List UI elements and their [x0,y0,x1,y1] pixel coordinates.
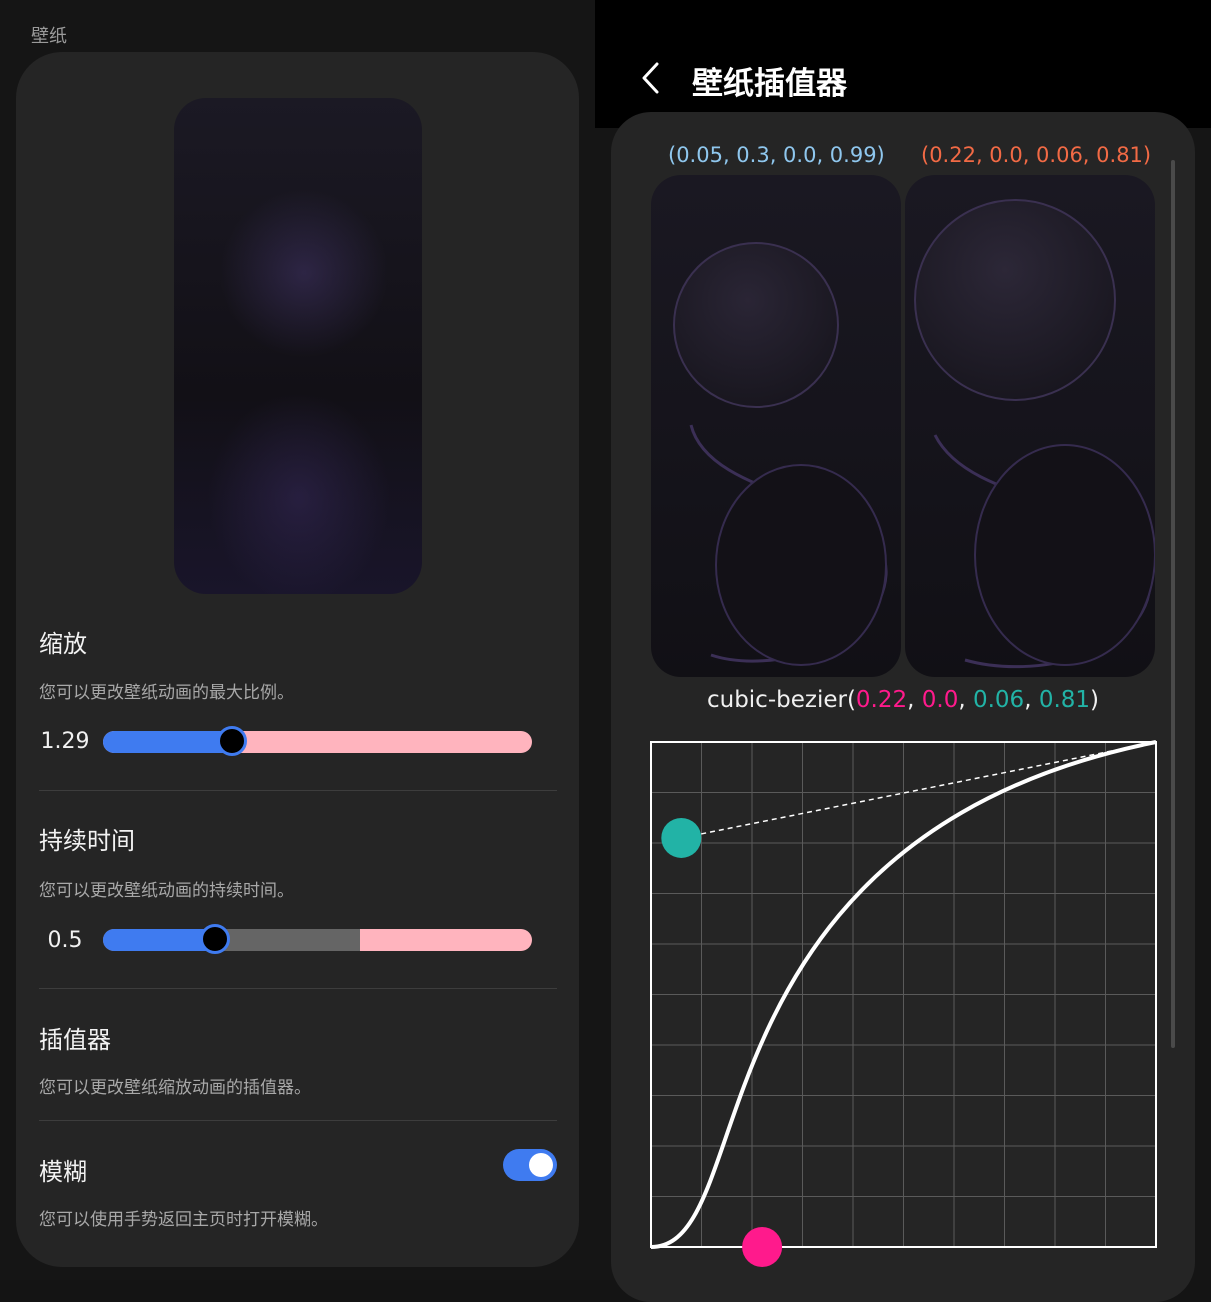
duration-slider[interactable] [103,929,532,951]
blur-toggle[interactable] [503,1149,557,1181]
wallpaper-art [914,199,1155,669]
preset-b-preview[interactable] [905,175,1155,677]
section-label: 壁纸 [31,26,67,47]
scale-slider-fill [103,731,232,753]
bezier-p2y: 0.81 [1038,687,1091,713]
blur-desc: 您可以使用手势返回主页时打开模糊。 [39,1210,328,1230]
control-point-1-handle[interactable] [742,1227,783,1267]
preset-a-preview[interactable] [651,175,901,677]
bezier-p1y: 0.0 [921,687,959,713]
bezier-sep: , [907,687,922,713]
interpolator-panel: 壁纸插值器 (0.05, 0.3, 0.0, 0.99) (0.22, 0.0,… [595,0,1211,1302]
duration-slider-fill [103,929,215,951]
divider [39,1120,557,1121]
wallpaper-preview [174,98,422,594]
divider [39,790,557,791]
bezier-prefix: cubic-bezier( [706,687,856,713]
interpolator-title[interactable]: 插值器 [39,1020,111,1055]
interpolator-card: (0.05, 0.3, 0.0, 0.99) (0.22, 0.0, 0.06,… [611,112,1195,1302]
page-title: 壁纸插值器 [692,66,847,102]
toggle-knob [529,1153,553,1177]
bezier-grid [651,742,1156,1247]
bezier-p2x: 0.06 [972,687,1025,713]
interpolator-desc: 您可以更改壁纸缩放动画的插值器。 [39,1078,311,1098]
divider [39,988,557,989]
preset-b-values: (0.22, 0.0, 0.06, 0.81) [921,143,1152,167]
duration-title: 持续时间 [39,827,135,855]
scale-title: 缩放 [39,630,87,658]
bezier-suffix: ) [1090,687,1100,713]
scale-slider[interactable] [103,731,532,753]
scale-value: 1.29 [40,729,90,754]
chevron-left-icon [642,62,659,94]
wallpaper-settings-panel: 壁纸 缩放 您可以更改壁纸动画的最大比例。 1.29 持续时间 您可以更改壁纸动… [0,0,595,1280]
wallpaper-art [673,242,888,666]
bezier-p1x: 0.22 [855,687,908,713]
top-bar: 壁纸插值器 [595,0,1211,128]
blur-title: 模糊 [39,1158,87,1186]
duration-desc: 您可以更改壁纸动画的持续时间。 [39,881,294,901]
handle-line-2 [681,741,1157,839]
bezier-sep: , [958,687,973,713]
scale-slider-thumb[interactable] [217,726,247,756]
preset-a-values: (0.05, 0.3, 0.0, 0.99) [668,143,885,167]
duration-slider-thumb[interactable] [200,924,230,954]
control-point-2-handle[interactable] [661,817,702,858]
duration-value: 0.5 [47,928,83,953]
bezier-sep: , [1024,687,1039,713]
settings-card: 缩放 您可以更改壁纸动画的最大比例。 1.29 持续时间 您可以更改壁纸动画的持… [16,52,579,1267]
bezier-formula: cubic-bezier(0.22, 0.0, 0.06, 0.81) [611,687,1195,713]
back-button[interactable] [635,58,671,98]
bezier-editor[interactable] [641,732,1201,1292]
scale-desc: 您可以更改壁纸动画的最大比例。 [39,683,294,703]
